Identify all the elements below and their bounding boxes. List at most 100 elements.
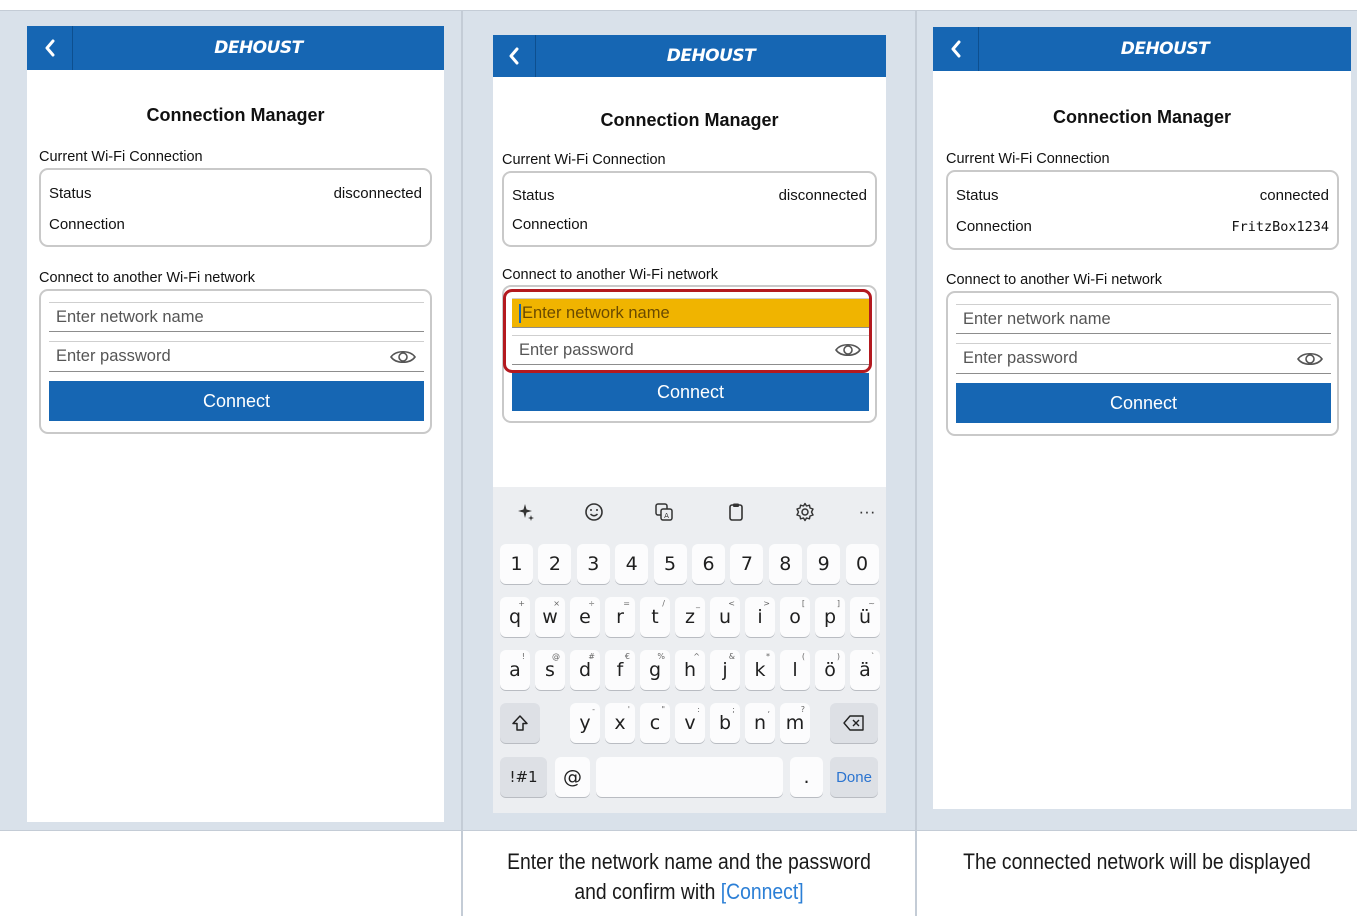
key-k[interactable]: k * — [745, 650, 775, 690]
emoji-icon[interactable] — [582, 500, 606, 524]
key-w[interactable]: w × — [535, 597, 565, 637]
key-hint: ; — [732, 705, 735, 714]
key-ü[interactable]: ü ~ — [850, 597, 880, 637]
key-c[interactable]: c " — [640, 703, 670, 743]
key-v[interactable]: v: — [675, 703, 705, 743]
key-hint: , — [767, 705, 770, 714]
key-e[interactable]: e ÷ — [570, 597, 600, 637]
phone-screen-disconnected: DEHOUST Connection Manager Current Wi-Fi… — [27, 26, 444, 822]
key-hint: ` — [871, 652, 875, 661]
key-o[interactable]: o[ — [780, 597, 810, 637]
space-key[interactable] — [596, 757, 783, 797]
eye-icon[interactable] — [1297, 351, 1323, 367]
done-key[interactable]: Done — [830, 757, 878, 797]
current-connection-panel: Status disconnected Connection — [39, 168, 432, 247]
key-3[interactable]: 3 — [576, 544, 610, 584]
key-hint: ) — [836, 652, 840, 661]
keyboard-toolbar: A ··· — [493, 487, 886, 537]
key-t[interactable]: t / — [640, 597, 670, 637]
page-title: Connection Manager — [1052, 107, 1231, 127]
key-hint: & — [728, 652, 735, 661]
key-7[interactable]: 7 — [730, 544, 764, 584]
key-a[interactable]: a! — [500, 650, 530, 690]
back-button[interactable] — [933, 27, 979, 71]
key-0[interactable]: 0 — [845, 544, 879, 584]
brand-logo: DEHOUST — [1120, 39, 1210, 59]
back-button[interactable] — [27, 26, 73, 70]
back-button[interactable] — [493, 35, 536, 77]
settings-icon[interactable] — [793, 500, 817, 524]
key-4[interactable]: 4 — [615, 544, 649, 584]
status-value: disconnected — [778, 187, 867, 204]
key-j[interactable]: j & — [710, 650, 740, 690]
chevron-left-icon — [951, 40, 960, 58]
key-g[interactable]: g% — [640, 650, 670, 690]
current-connection-label: Current Wi-Fi Connection — [502, 152, 666, 168]
key-ä[interactable]: ä ` — [850, 650, 880, 690]
phone-screen-entering: DEHOUST Connection Manager Current Wi-Fi… — [493, 35, 886, 813]
key-hint: € — [624, 652, 630, 661]
input-highlight-frame — [503, 289, 872, 373]
key-6[interactable]: 6 — [692, 544, 725, 584]
key-f[interactable]: f € — [605, 650, 635, 690]
caption-step3: The connected network will be displayed — [963, 849, 1311, 874]
sparkle-icon[interactable] — [514, 500, 538, 524]
network-name-input[interactable]: Enter network name — [49, 302, 424, 332]
key-ö[interactable]: ö) — [815, 650, 845, 690]
key-u[interactable]: u < — [710, 597, 740, 637]
network-name-input[interactable]: Enter network name — [956, 304, 1331, 334]
key-x[interactable]: x ' — [605, 703, 635, 743]
key-hint: ? — [800, 705, 805, 714]
svg-text:A: A — [664, 512, 669, 520]
key-8[interactable]: 8 — [768, 544, 802, 584]
connect-button[interactable]: Connect — [512, 373, 869, 411]
current-connection-panel: Status disconnected Connection — [502, 171, 877, 247]
connect-panel: Enter network name Enter password Connec… — [39, 289, 432, 434]
key-d[interactable]: d # — [570, 650, 600, 690]
shift-key[interactable] — [500, 703, 540, 743]
key-5[interactable]: 5 — [653, 544, 687, 584]
backspace-icon — [843, 715, 864, 731]
at-key[interactable]: @ — [555, 757, 590, 797]
key-9[interactable]: 9 — [807, 544, 841, 584]
password-input[interactable]: Enter password — [956, 343, 1331, 374]
key-q[interactable]: q + — [500, 597, 530, 637]
caption-step2: Enter the network name and the password … — [490, 847, 888, 907]
connect-button[interactable]: Connect — [49, 381, 424, 421]
connect-button[interactable]: Connect — [956, 383, 1331, 423]
key-2[interactable]: 2 — [538, 544, 572, 584]
connection-value: FritzBox1234 — [1231, 219, 1329, 235]
key-hint: % — [657, 652, 665, 661]
key-y[interactable]: y- — [570, 703, 600, 743]
table-divider-1 — [461, 10, 463, 916]
eye-icon[interactable] — [390, 349, 416, 365]
key-n[interactable]: n, — [745, 703, 775, 743]
connection-label: Connection — [512, 216, 588, 233]
key-i[interactable]: i > — [745, 597, 775, 637]
key-b[interactable]: b; — [710, 703, 740, 743]
clipboard-icon[interactable] — [724, 500, 748, 524]
password-input[interactable]: Enter password — [49, 341, 424, 372]
status-label: Status — [956, 187, 999, 204]
app-bar: DEHOUST — [493, 35, 886, 77]
key-l[interactable]: l( — [780, 650, 810, 690]
backspace-key[interactable] — [830, 703, 878, 743]
status-value: disconnected — [333, 185, 422, 202]
key-r[interactable]: r = — [605, 597, 635, 637]
symbols-key[interactable]: !#1 — [500, 757, 547, 797]
key-1[interactable]: 1 — [500, 544, 533, 584]
key-hint: ~ — [868, 599, 875, 608]
period-key[interactable]: . — [790, 757, 823, 797]
key-m[interactable]: m? — [780, 703, 810, 743]
key-hint: _ — [696, 599, 700, 608]
key-p[interactable]: p] — [815, 597, 845, 637]
key-h[interactable]: h ^ — [675, 650, 705, 690]
translate-icon[interactable]: A — [652, 500, 676, 524]
app-bar: DEHOUST — [933, 27, 1351, 71]
key-hint: - — [592, 705, 595, 714]
key-s[interactable]: s @ — [535, 650, 565, 690]
more-icon[interactable]: ··· — [855, 500, 879, 524]
key-z[interactable]: z _ — [675, 597, 705, 637]
current-connection-label: Current Wi-Fi Connection — [946, 151, 1110, 167]
network-name-placeholder: Enter network name — [56, 307, 204, 326]
